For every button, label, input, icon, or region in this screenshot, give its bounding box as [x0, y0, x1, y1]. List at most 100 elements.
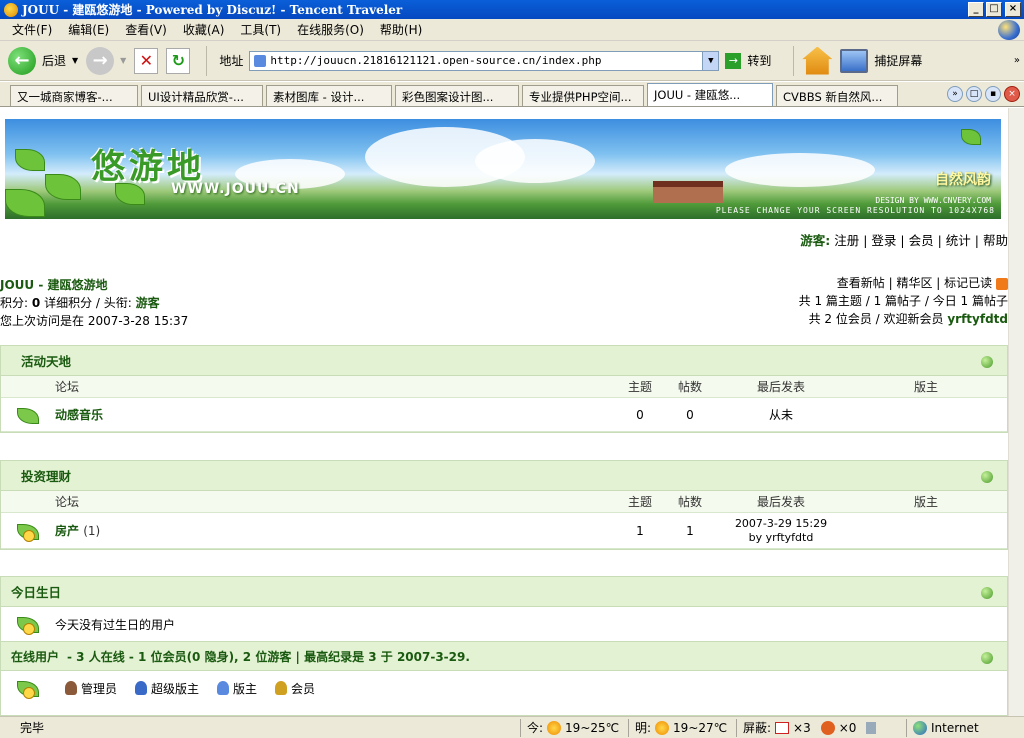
help-link[interactable]: 帮助 — [983, 233, 1008, 248]
points-label: 积分: — [0, 296, 29, 310]
rss-icon[interactable] — [996, 277, 1008, 290]
category-title[interactable]: 活动天地 — [21, 351, 71, 370]
close-tab-icon[interactable]: × — [1004, 86, 1020, 102]
new-member-link[interactable]: yrftyfdtd — [947, 312, 1008, 326]
tab-pin-icon[interactable]: ▪ — [985, 86, 1001, 102]
back-button[interactable]: ← 后退 ▼ — [8, 46, 78, 75]
site-name[interactable]: JOUU - 建瓯悠游地 — [0, 276, 188, 294]
address-dropdown-icon[interactable]: ▼ — [702, 51, 719, 70]
menu-tools[interactable]: 工具(T) — [240, 21, 281, 38]
collapse-toggle-icon[interactable] — [981, 587, 993, 599]
col-moderator: 版主 — [913, 495, 938, 509]
zone-label: Internet — [931, 720, 979, 735]
minimize-button[interactable]: _ — [968, 2, 984, 17]
refresh-button[interactable]: ↻ — [166, 47, 191, 74]
ad-count: ×0 — [838, 720, 857, 735]
menu-online-service[interactable]: 在线服务(O) — [297, 21, 364, 38]
last-visit-text: 您上次访问是在 2007-3-28 15:37 — [0, 314, 189, 328]
col-topics: 主题 — [627, 380, 652, 394]
category-title[interactable]: 投资理财 — [21, 466, 71, 485]
internet-globe-icon — [913, 720, 927, 735]
login-link[interactable]: 登录 — [871, 233, 896, 248]
browser-tab[interactable]: 素材图库 - 设计... — [266, 85, 392, 106]
online-legend-row: 管理员 超级版主 版主 会员 — [1, 671, 1007, 705]
menu-favorites[interactable]: 收藏(A) — [183, 21, 225, 38]
menu-edit[interactable]: 编辑(E) — [68, 21, 109, 38]
window-title: JOUU - 建瓯悠游地 - Powered by Discuz! - Tenc… — [22, 3, 403, 17]
maximize-button[interactable]: □ — [986, 2, 1002, 17]
forum-status-icon — [15, 404, 41, 426]
browser-tab[interactable]: 彩色图案设计图... — [395, 85, 519, 106]
browser-tab[interactable]: UI设计精品欣赏-... — [141, 85, 263, 106]
browser-tab[interactable]: CVBBS 新自然风... — [776, 85, 898, 106]
leaf-decoration — [5, 189, 45, 217]
address-bar[interactable]: http://jouucn.21816121121.open-source.cn… — [249, 50, 720, 71]
browser-logo-icon — [998, 20, 1020, 40]
security-zone[interactable]: Internet — [906, 718, 1024, 737]
capture-label: 捕捉屏幕 — [874, 54, 923, 68]
forward-dropdown-icon[interactable]: ▼ — [120, 56, 126, 65]
online-header: 在线用户 - 3 人在线 - 1 位会员(0 隐身), 2 位游客 | 最高纪录… — [1, 641, 1007, 671]
today-label: 今: — [527, 721, 544, 735]
members-link[interactable]: 会员 — [909, 233, 934, 248]
browser-tab[interactable]: 又一城商家博客-... — [10, 85, 138, 106]
menu-file[interactable]: 文件(F) — [12, 21, 52, 38]
weather-today[interactable]: 今: 19~25℃ — [520, 718, 628, 737]
block-counter[interactable]: 屏蔽: ×3 ×0 — [736, 718, 906, 737]
online-title[interactable]: 在线用户 — [11, 648, 59, 665]
member-icon — [275, 681, 288, 695]
go-arrow-icon: → — [725, 52, 742, 69]
tab-restore-icon[interactable]: □ — [966, 86, 982, 102]
new-posts-link[interactable]: 查看新帖 — [837, 276, 885, 290]
tab-bar: 又一城商家博客-... UI设计精品欣赏-... 素材图库 - 设计... 彩色… — [0, 82, 1024, 107]
collapse-toggle-icon[interactable] — [981, 471, 993, 483]
back-dropdown-icon[interactable]: ▼ — [72, 56, 78, 65]
column-header-row: 论坛 主题 帖数 最后发表 版主 — [1, 491, 1007, 513]
detail-points-link[interactable]: 详细积分 / 头衔: — [44, 296, 132, 310]
popup-block-icon — [775, 721, 790, 734]
ad-block-icon — [820, 720, 835, 735]
tab-controls: » □ ▪ × — [947, 86, 1020, 102]
weather-tomorrow[interactable]: 明: 19~27℃ — [628, 718, 736, 737]
capture-screen-button[interactable]: 捕捉屏幕 — [840, 48, 923, 73]
tab-list-icon[interactable]: » — [947, 86, 963, 102]
go-button[interactable]: → 转到 — [725, 52, 771, 69]
category-header: 活动天地 — [1, 346, 1007, 376]
toolbar-separator — [793, 45, 795, 76]
toolbar-separator — [206, 45, 208, 76]
mark-read-link[interactable]: 标记已读 — [944, 276, 992, 290]
monitor-icon — [840, 48, 869, 73]
home-button[interactable] — [802, 46, 833, 75]
menu-help[interactable]: 帮助(H) — [380, 21, 422, 38]
vertical-scrollbar[interactable] — [1008, 108, 1024, 716]
birthday-text: 今天没有过生日的用户 — [55, 617, 176, 632]
stop-button[interactable]: ✕ — [134, 47, 159, 74]
browser-tab[interactable]: 专业提供PHP空间... — [522, 85, 644, 106]
forum-name-link[interactable]: 动感音乐 — [55, 406, 611, 423]
digest-link[interactable]: 精华区 — [896, 276, 932, 290]
browser-tab-active[interactable]: JOUU - 建瓯悠... — [647, 83, 773, 106]
legend-moderator: 版主 — [233, 681, 258, 696]
moderator-icon — [217, 681, 230, 695]
forum-last-post-author[interactable]: by yrftyfdtd — [711, 531, 851, 545]
block-label: 屏蔽: — [743, 721, 772, 735]
banner-tagline: 自然风韵 — [935, 172, 991, 188]
forum-name-link[interactable]: 房产 — [55, 524, 79, 538]
forum-last-post-time[interactable]: 2007-3-29 15:29 — [711, 517, 851, 531]
collapse-toggle-icon[interactable] — [981, 356, 993, 368]
stats-link[interactable]: 统计 — [946, 233, 971, 248]
toolbar-overflow-icon[interactable]: » — [1014, 55, 1020, 66]
col-moderator: 版主 — [913, 380, 938, 394]
collapse-toggle-icon[interactable] — [981, 652, 993, 664]
guest-label: 游客: — [800, 233, 831, 248]
close-window-button[interactable]: × — [1005, 2, 1021, 17]
site-banner: 悠游地 WWW.JOUU.CN 自然风韵 DESIGN BY WWW.CNVER… — [5, 119, 1001, 219]
online-icon — [15, 677, 41, 699]
forum-today-count: (1) — [83, 524, 101, 538]
sun-icon — [547, 720, 562, 735]
leaf-decoration — [961, 129, 981, 145]
category-header: 投资理财 — [1, 461, 1007, 491]
register-link[interactable]: 注册 — [834, 233, 859, 248]
menu-view[interactable]: 查看(V) — [125, 21, 167, 38]
forward-button[interactable]: → ▼ — [86, 46, 126, 75]
